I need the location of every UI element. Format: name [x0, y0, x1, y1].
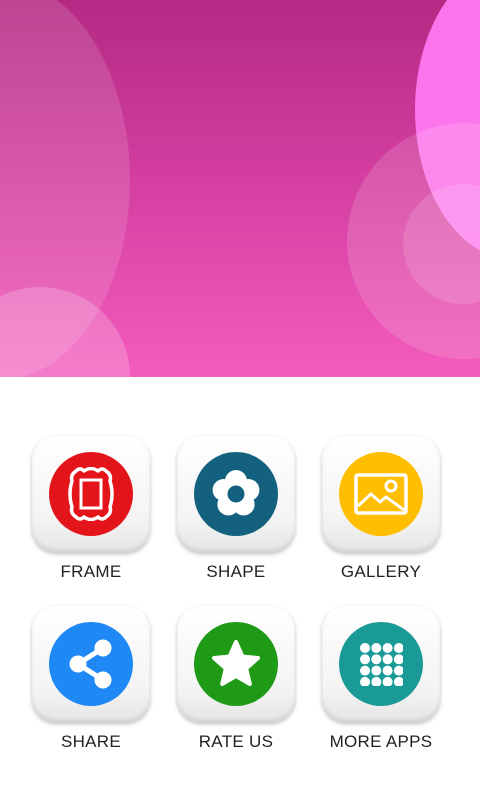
gallery-label: GALLERY	[340, 562, 422, 581]
gallery-card[interactable]	[322, 436, 440, 552]
more-apps-card[interactable]	[322, 606, 440, 722]
frame-icon	[68, 467, 114, 521]
shape-card[interactable]	[177, 436, 295, 552]
gallery-icon-circle	[339, 452, 423, 536]
rate-us-icon-circle	[194, 622, 278, 706]
more-apps-label: MORE APPS	[329, 732, 433, 751]
frame-label: FRAME	[60, 562, 122, 581]
frame-card[interactable]	[32, 436, 150, 552]
grid-icon	[360, 643, 403, 686]
header-banner	[0, 0, 480, 377]
shape-label: SHAPE	[206, 562, 266, 581]
more-apps-icon-circle	[339, 622, 423, 706]
shape-icon-circle	[194, 452, 278, 536]
share-icon	[69, 639, 112, 689]
image-icon	[354, 473, 408, 515]
flower-icon	[212, 470, 260, 516]
rate-us-card[interactable]	[177, 606, 295, 722]
star-icon	[212, 640, 260, 686]
frame-icon-circle	[49, 452, 133, 536]
frame-button[interactable]: FRAME	[16, 436, 166, 596]
rate-us-label: RATE US	[198, 732, 274, 751]
rate-us-button[interactable]: RATE US	[161, 606, 311, 766]
share-label: SHARE	[60, 732, 122, 751]
menu-grid: FRAME SHAPE GALLERY SHARE RATE US MORE A…	[0, 377, 480, 800]
decor-bubble	[0, 287, 130, 377]
share-icon-circle	[49, 622, 133, 706]
shape-button[interactable]: SHAPE	[161, 436, 311, 596]
share-card[interactable]	[32, 606, 150, 722]
share-button[interactable]: SHARE	[16, 606, 166, 766]
more-apps-button[interactable]: MORE APPS	[306, 606, 456, 766]
gallery-button[interactable]: GALLERY	[306, 436, 456, 596]
